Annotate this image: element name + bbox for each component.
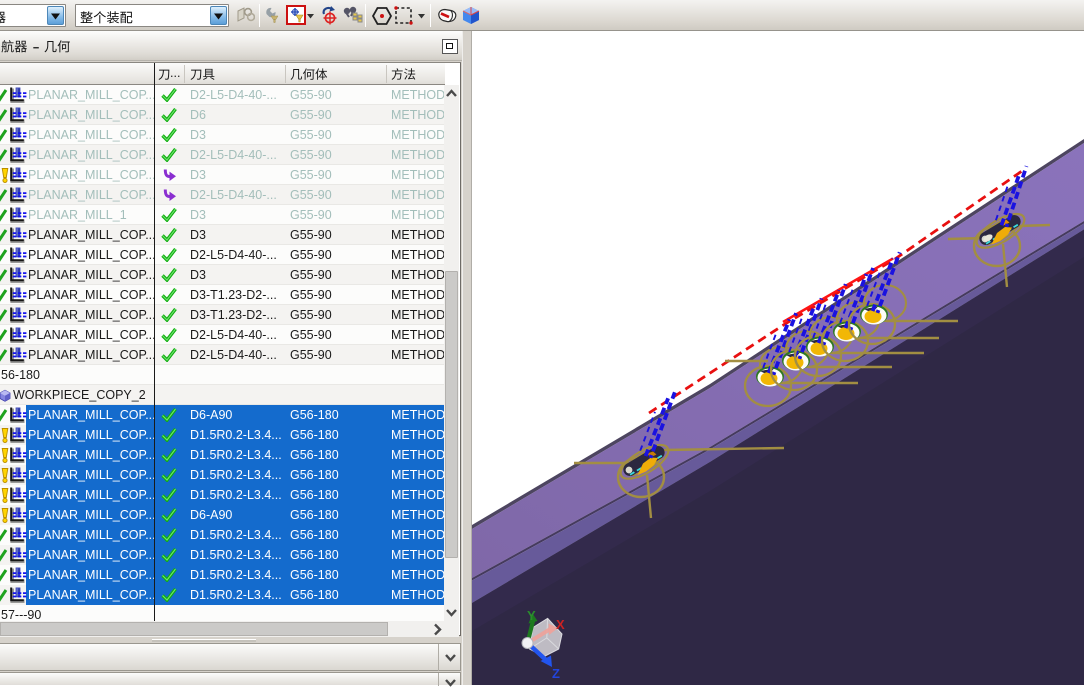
svg-text:Z: Z	[552, 666, 560, 681]
svg-text:Y: Y	[527, 608, 536, 623]
svg-text:X: X	[556, 617, 565, 632]
